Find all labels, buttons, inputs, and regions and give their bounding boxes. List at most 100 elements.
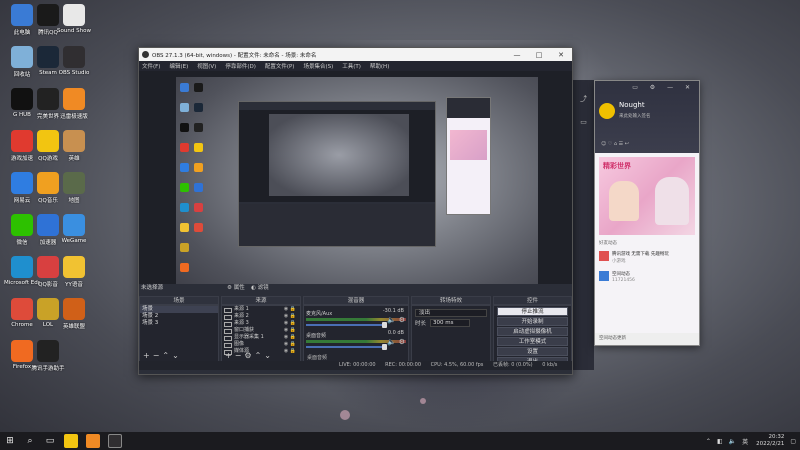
channel-name: 桌面音频 (306, 333, 327, 339)
source-settings-button[interactable]: ⚙ (244, 351, 254, 360)
source-item[interactable]: 显示器采集 1 ◉ 🔒 (222, 334, 300, 341)
desktop-shortcut-label: Sound Show (57, 28, 91, 34)
slider-knob[interactable] (382, 344, 387, 350)
gear-icon[interactable]: ⚙ (399, 338, 405, 346)
menu-docks[interactable]: 停靠部件(D) (225, 62, 256, 70)
tray-expand-icon[interactable]: ⌃ (706, 438, 711, 445)
start-recording-button[interactable]: 开始录制 (497, 317, 568, 326)
slider-knob[interactable] (382, 322, 387, 328)
desktop-shortcut[interactable]: 腾讯手游助手 (30, 340, 66, 380)
source-item[interactable]: 来源 2 ◉ 🔒 (222, 313, 300, 320)
visibility-icon[interactable]: ◉ 🔒 (284, 334, 296, 341)
desktop-shortcut[interactable]: 英雄 (56, 130, 92, 170)
volume-slider[interactable] (306, 322, 387, 328)
filters-button[interactable]: ◐ 滤镜 (251, 284, 269, 293)
source-item-label: 图像 (234, 341, 245, 347)
qq-banner[interactable]: 精彩世界 (599, 157, 695, 235)
duration-input[interactable]: 300 ms (430, 319, 471, 327)
volume-icon[interactable]: 🔈 (729, 438, 736, 445)
start-button[interactable]: ⊞ (0, 432, 20, 450)
source-down-button[interactable]: ⌄ (264, 351, 274, 360)
desktop-shortcut[interactable]: YY语音 (56, 256, 92, 296)
visibility-icon[interactable]: ◉ 🔒 (284, 327, 296, 334)
network-icon[interactable]: ◧ (717, 438, 723, 445)
banner-image (609, 181, 639, 221)
source-item[interactable]: 来源 1 ◉ 🔒 (222, 306, 300, 313)
desktop-shortcut[interactable]: Sound Show (56, 4, 92, 44)
add-scene-button[interactable]: + (143, 351, 153, 360)
remove-source-button[interactable]: − (235, 351, 245, 360)
visibility-icon[interactable]: ◉ 🔒 (284, 341, 296, 348)
source-item[interactable]: 窗口捕获 ◉ 🔒 (222, 327, 300, 334)
source-item-label: 显示器采集 1 (234, 334, 264, 340)
close-button[interactable]: ✕ (550, 51, 572, 59)
speaker-icon[interactable]: 🔈 (387, 338, 396, 346)
speaker-icon[interactable]: 🔈 (387, 316, 396, 324)
desktop-shortcut[interactable]: 迅雷极速版 (56, 88, 92, 128)
desktop-shortcut[interactable]: 地图 (56, 172, 92, 212)
remove-scene-button[interactable]: − (153, 351, 163, 360)
gear-icon[interactable]: ⚙ (399, 316, 405, 324)
settings-button[interactable]: 设置 (497, 347, 568, 356)
scene-item[interactable]: 场景 2 (140, 313, 218, 320)
volume-slider[interactable] (306, 344, 387, 350)
qq-tabs[interactable]: ☺ ♡ ⌂ ☰ ↩ (595, 141, 699, 153)
mini-desktop-icon (194, 163, 203, 172)
taskbar-app-qqgame[interactable] (64, 434, 78, 448)
obs-icon (63, 46, 85, 68)
minimize-button[interactable]: — (506, 51, 528, 59)
input-language[interactable]: 英 (742, 437, 748, 446)
scene-down-button[interactable]: ⌄ (172, 351, 182, 360)
qq-feed-item[interactable]: 空间动态 11721456 (599, 271, 695, 285)
menu-view[interactable]: 视图(V) (197, 62, 216, 70)
share-icon[interactable]: ⤴ (573, 94, 594, 104)
menu-file[interactable]: 文件(F) (142, 62, 160, 70)
virtual-camera-button[interactable]: 启动虚拟摄像机 (497, 327, 568, 336)
scene-up-button[interactable]: ⌃ (162, 351, 172, 360)
sound-icon (63, 4, 85, 26)
desktop-shortcut[interactable]: OBS Studio (56, 46, 92, 86)
search-icon[interactable]: ⌕ (20, 432, 40, 450)
dropped-frames: 已丢帧: 0 (0.0%) (492, 362, 533, 368)
desktop-shortcut[interactable]: WeGame (56, 214, 92, 254)
add-source-button[interactable]: + (225, 351, 235, 360)
visibility-icon[interactable]: ◉ 🔒 (284, 320, 296, 327)
clock[interactable]: 20:32 2022/2/21 (756, 434, 784, 448)
qq-window-controls[interactable]: ▭ ⚙ — ✕ (632, 84, 695, 91)
menu-help[interactable]: 帮助(H) (370, 62, 389, 70)
taskbar-app-obs[interactable] (108, 434, 122, 448)
feed-item-sub: 11721456 (612, 278, 635, 283)
thunder-icon (63, 88, 85, 110)
menu-profile[interactable]: 配置文件(P) (265, 62, 295, 70)
studio-mode-button[interactable]: 工作室模式 (497, 337, 568, 346)
properties-button[interactable]: ⚙ 属性 (227, 284, 245, 293)
visibility-icon[interactable]: ◉ 🔒 (284, 313, 296, 320)
taskbar-app-thunder[interactable] (86, 434, 100, 448)
taskbar: ⊞ ⌕ ▭ ⌃ ◧ 🔈 英 20:32 2022/2/21 ▢ (0, 432, 800, 450)
menu-tools[interactable]: 工具(T) (342, 62, 361, 70)
league-icon (63, 298, 85, 320)
qq-username[interactable]: Nought (619, 101, 645, 109)
notification-icon[interactable]: ▢ (790, 438, 796, 445)
visibility-icon[interactable]: ◉ 🔒 (284, 306, 296, 313)
task-view-icon[interactable]: ▭ (40, 432, 60, 450)
feed-item-title: 腾讯游戏 无需下载 先趣畅玩 (612, 252, 669, 257)
transition-select[interactable]: 淡出 (415, 309, 487, 317)
collapse-icon[interactable]: ▭ (573, 118, 594, 126)
menu-scene-collection[interactable]: 场景集合(S) (303, 62, 333, 70)
menu-edit[interactable]: 编辑(E) (169, 62, 188, 70)
desktop-shortcut[interactable]: 英雄联盟 (56, 298, 92, 338)
qq-feed-item[interactable]: 腾讯游戏 无需下载 先趣畅玩 小游戏 (599, 251, 695, 265)
source-up-button[interactable]: ⌃ (255, 351, 265, 360)
source-item[interactable]: 图像 ◉ 🔒 (222, 341, 300, 348)
avatar[interactable] (599, 103, 615, 119)
maximize-button[interactable]: □ (528, 51, 550, 59)
scene-item[interactable]: 场景 3 (140, 320, 218, 327)
stop-streaming-button[interactable]: 停止推流 (497, 307, 568, 316)
qq-footer[interactable]: 空间动态更新 (595, 333, 699, 345)
preview-canvas[interactable] (176, 77, 538, 299)
scene-item[interactable]: 场景 (140, 306, 218, 313)
qq-signature[interactable]: 来此处输入签名 (619, 113, 651, 119)
qq-header: ▭ ⚙ — ✕ Nought 来此处输入签名 ☺ ♡ ⌂ ☰ ↩ (595, 81, 699, 153)
source-item[interactable]: 来源 3 ◉ 🔒 (222, 320, 300, 327)
